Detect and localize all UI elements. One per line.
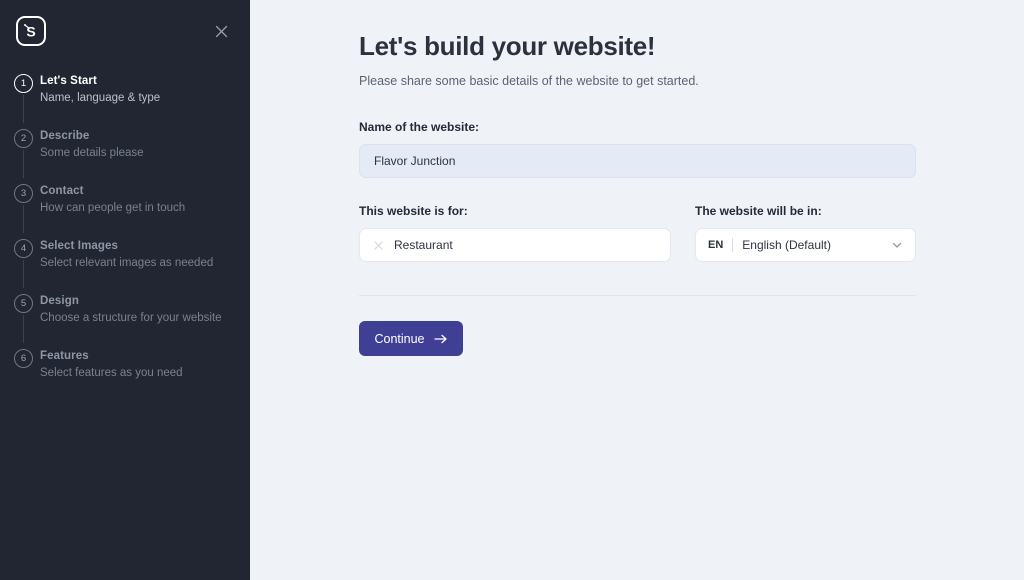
website-name-label: Name of the website: [359,120,480,134]
step-number-badge: 3 [14,184,33,203]
wizard-sidebar: S 1 Let's Start Name, language & type 2 … [0,0,250,580]
spaceship-s-logo[interactable]: S [16,16,46,46]
step-connector [23,260,24,288]
sidebar-step-1[interactable]: 1 Let's Start Name, language & type [0,72,250,123]
website-name-input[interactable]: Flavor Junction [359,144,916,178]
page-subtitle: Please share some basic details of the w… [359,74,699,88]
sidebar-step-5[interactable]: 5 Design Choose a structure for your web… [0,292,250,343]
main-panel: Let's build your website! Please share s… [250,0,1024,580]
step-description: Select relevant images as needed [40,257,214,269]
step-number-badge: 1 [14,74,33,93]
svg-text:S: S [26,24,35,40]
divider [732,238,734,252]
step-number-badge: 6 [14,349,33,368]
step-title: Design [40,295,79,307]
step-title: Select Images [40,240,119,252]
sidebar-step-2[interactable]: 2 Describe Some details please [0,127,250,178]
step-number-badge: 4 [14,239,33,258]
website-purpose-value: Restaurant [394,238,453,252]
step-description: Name, language & type [40,92,161,104]
sidebar-step-3[interactable]: 3 Contact How can people get in touch [0,182,250,233]
sidebar-header: S [0,0,250,62]
close-icon[interactable] [210,20,232,42]
step-connector [23,315,24,343]
onboarding-wizard: S 1 Let's Start Name, language & type 2 … [0,0,1024,580]
step-connector [23,150,24,178]
wizard-form: Let's build your website! Please share s… [250,0,925,356]
step-title: Contact [40,185,84,197]
arrow-right-icon [433,333,448,345]
step-description: Choose a structure for your website [40,312,222,324]
step-description: How can people get in touch [40,202,186,214]
step-description: Select features as you need [40,367,183,379]
language-value: English (Default) [742,238,831,252]
step-connector [23,95,24,123]
continue-button-label: Continue [374,331,425,346]
page-title: Let's build your website! [359,31,656,61]
chevron-down-icon[interactable] [891,239,903,251]
wizard-step-list: 1 Let's Start Name, language & type 2 De… [0,62,250,391]
website-language-label: The website will be in: [695,204,822,218]
section-divider [359,295,916,296]
continue-button[interactable]: Continue [359,321,463,356]
website-purpose-select[interactable]: Restaurant [359,228,671,262]
website-name-group: Name of the website: Flavor Junction [359,120,925,178]
step-title: Let's Start [40,75,97,87]
sidebar-step-4[interactable]: 4 Select Images Select relevant images a… [0,237,250,288]
step-connector [23,205,24,233]
form-row: This website is for: Restaurant The webs… [359,204,925,262]
website-language-group: The website will be in: EN English (Defa… [695,204,916,262]
step-number-badge: 2 [14,129,33,148]
step-title: Features [40,350,89,362]
close-icon[interactable] [372,239,384,251]
website-language-select[interactable]: EN English (Default) [695,228,916,262]
step-description: Some details please [40,147,144,159]
sidebar-step-6[interactable]: 6 Features Select features as you need [0,347,250,391]
step-title: Describe [40,130,90,142]
website-purpose-group: This website is for: Restaurant [359,204,671,262]
website-purpose-label: This website is for: [359,204,468,218]
language-code: EN [708,239,724,251]
step-number-badge: 5 [14,294,33,313]
